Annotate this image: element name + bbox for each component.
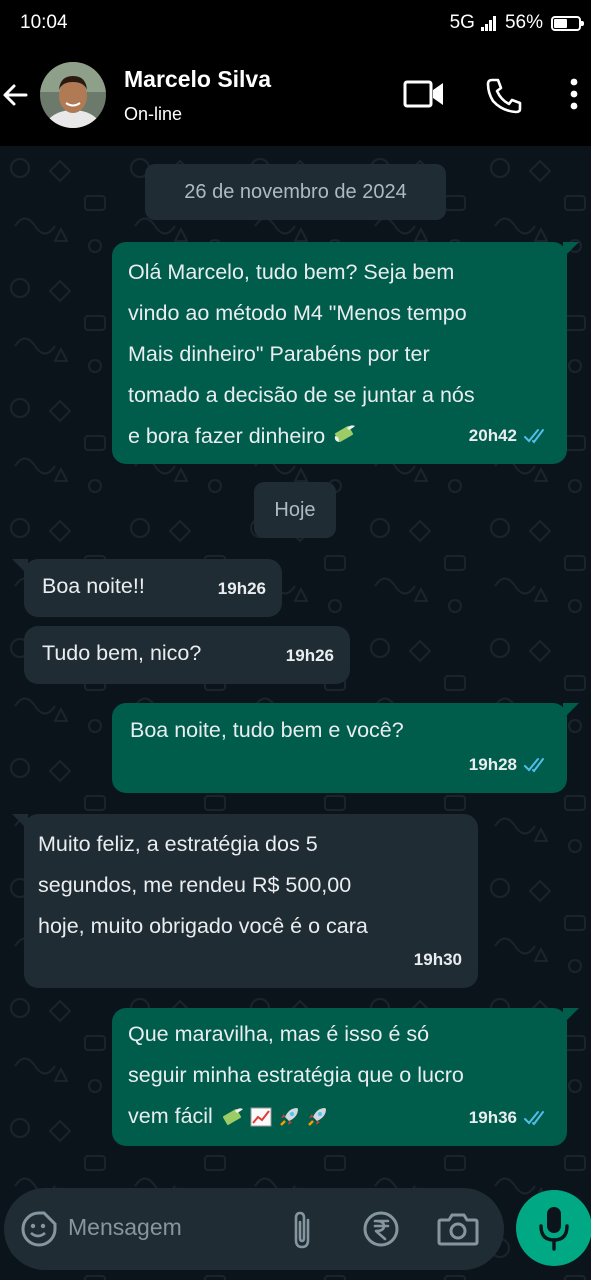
message-bubble-outgoing[interactable]: Que maravilha, mas é isso é só seguir mi… xyxy=(112,1008,579,1146)
message-meta: 19h30 xyxy=(414,939,462,980)
back-arrow-icon[interactable] xyxy=(0,78,34,112)
message-time: 20h42 xyxy=(468,426,517,445)
voice-message-button[interactable] xyxy=(516,1190,591,1266)
message-meta: 20h42 xyxy=(469,415,549,456)
chat-header: Marcelo Silva On-line xyxy=(0,46,591,146)
message-meta: 19h26 xyxy=(286,635,334,676)
message-input[interactable]: Mensagem xyxy=(68,1214,182,1241)
contact-photo xyxy=(40,62,106,128)
battery-percent: 56% xyxy=(504,12,543,33)
avatar[interactable] xyxy=(40,62,106,128)
sticker-emoji-icon[interactable] xyxy=(20,1210,58,1248)
payment-rupee-icon[interactable] xyxy=(362,1210,400,1248)
money-with-wings-emoji xyxy=(222,1108,243,1126)
message-time: 19h26 xyxy=(217,579,266,598)
message-time: 19h30 xyxy=(413,950,462,969)
message-text: Tudo bem, nico? xyxy=(42,641,202,665)
signal-icon xyxy=(480,15,497,31)
message-bubble-incoming[interactable]: Tudo bem, nico? 19h26 xyxy=(24,626,350,684)
message-text: Boa noite, tudo bem e você? xyxy=(130,718,404,742)
date-chip: Hoje xyxy=(254,482,336,538)
message-meta: 19h36 xyxy=(469,1097,549,1138)
network-type: 5G xyxy=(449,12,475,33)
message-time: 19h28 xyxy=(468,755,517,774)
more-options-icon[interactable] xyxy=(562,76,586,116)
message-text: Muito feliz, a estratégia dos 5 segundos… xyxy=(38,832,368,938)
video-call-icon[interactable] xyxy=(402,76,446,112)
message-bubble-outgoing[interactable]: Olá Marcelo, tudo bem? Seja bem vindo ao… xyxy=(112,242,579,464)
contact-status: On-line xyxy=(124,104,183,124)
rocket-emoji xyxy=(307,1108,326,1127)
chat-screen: 10:04 5G 56% Marcelo Silva On-line 26 de… xyxy=(0,0,591,1280)
date-chip: 26 de novembro de 2024 xyxy=(145,164,446,220)
money-with-wings-emoji xyxy=(335,425,356,443)
contact-name[interactable]: Marcelo Silva xyxy=(124,66,271,93)
message-meta: 19h28 xyxy=(469,744,549,785)
camera-icon[interactable] xyxy=(436,1210,480,1248)
message-meta: 19h26 xyxy=(218,568,266,609)
read-ticks-icon xyxy=(524,757,544,773)
status-time: 10:04 xyxy=(20,12,68,33)
status-bar: 10:04 5G 56% xyxy=(0,0,591,46)
chart-increasing-emoji xyxy=(250,1107,272,1127)
message-time: 19h36 xyxy=(468,1108,517,1127)
microphone-icon xyxy=(539,1207,569,1251)
chat-area[interactable]: 26 de novembro de 2024 Olá Marcelo, tudo… xyxy=(0,146,591,1280)
message-text: Boa noite!! xyxy=(42,574,145,598)
message-input-bar: Mensagem xyxy=(4,1188,504,1270)
phone-call-icon[interactable] xyxy=(484,76,524,116)
message-bubble-outgoing[interactable]: Boa noite, tudo bem e você? 19h28 xyxy=(112,703,579,793)
read-ticks-icon xyxy=(524,428,544,444)
read-ticks-icon xyxy=(524,1110,544,1126)
message-text: Olá Marcelo, tudo bem? Seja bem vindo ao… xyxy=(128,260,475,448)
battery-icon xyxy=(551,15,584,31)
message-bubble-incoming[interactable]: Muito feliz, a estratégia dos 5 segundos… xyxy=(12,814,478,988)
status-indicators: 5G 56% xyxy=(449,12,584,34)
attach-icon[interactable] xyxy=(286,1210,320,1250)
message-time: 19h26 xyxy=(285,646,334,665)
rocket-emoji xyxy=(279,1108,298,1127)
message-bubble-incoming[interactable]: Boa noite!! 19h26 xyxy=(12,559,282,617)
